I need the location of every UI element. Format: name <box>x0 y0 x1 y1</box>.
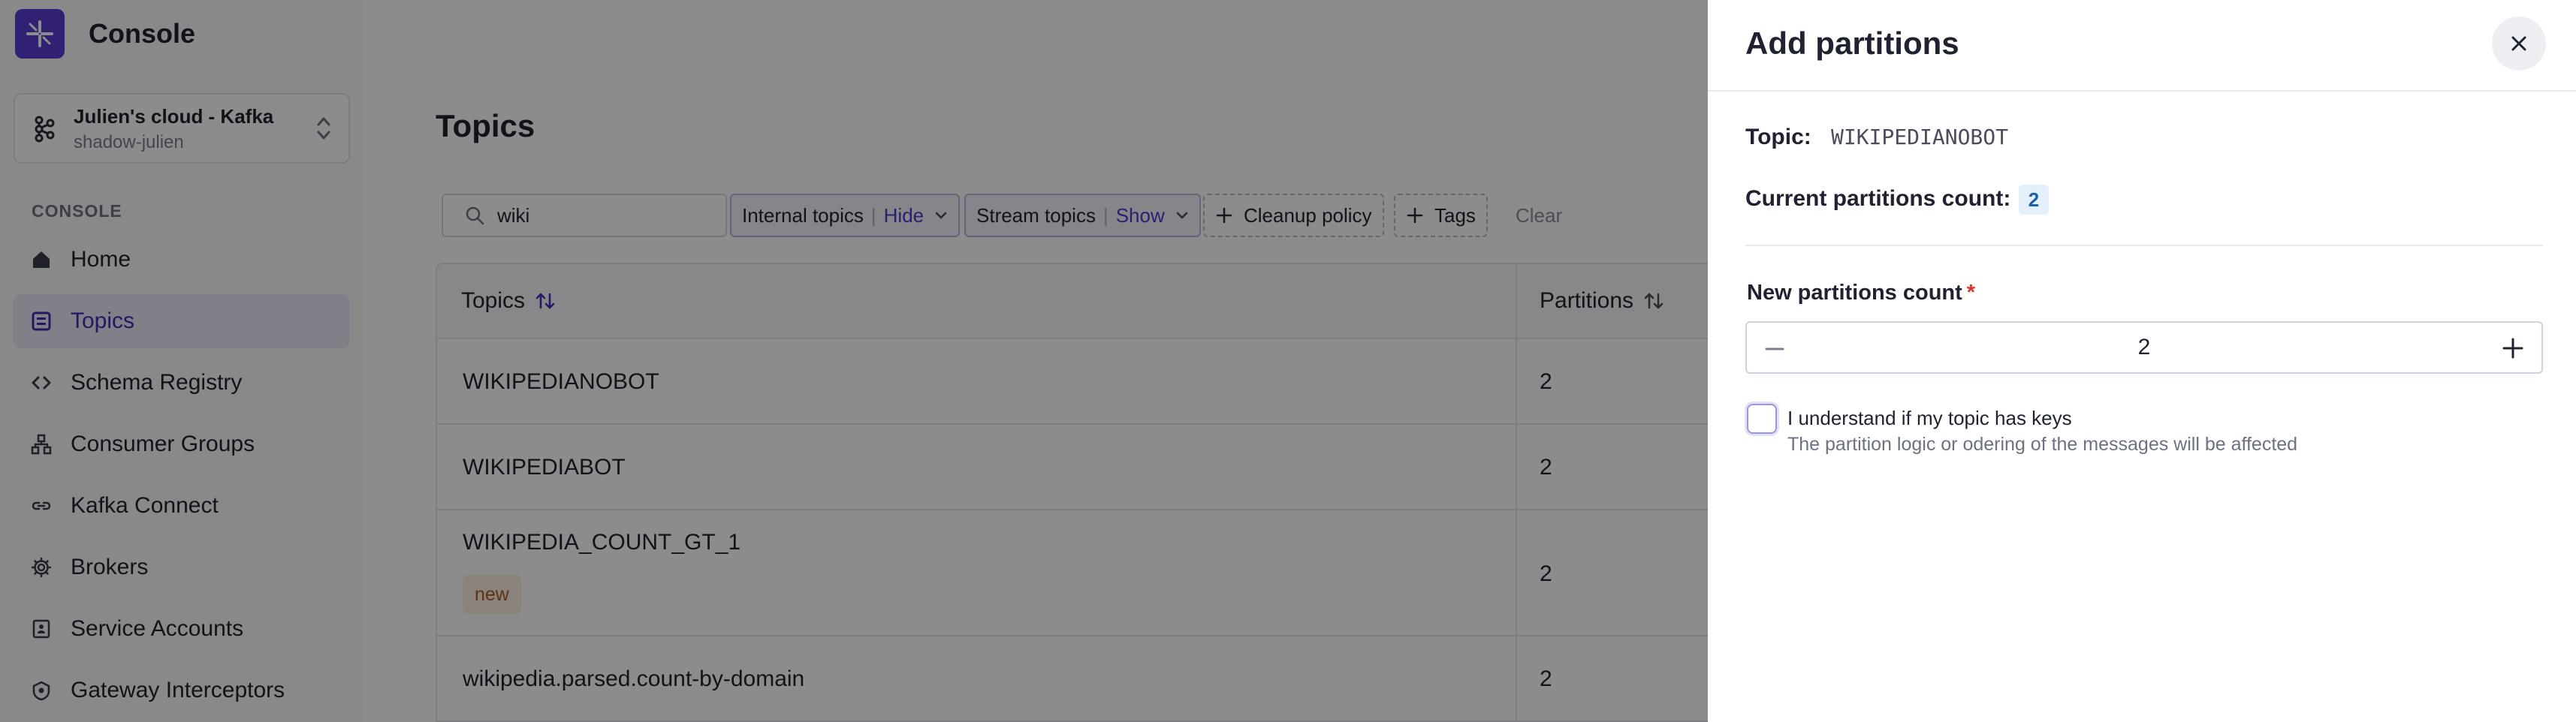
modal-backdrop[interactable] <box>0 0 1708 722</box>
close-button[interactable] <box>2492 17 2546 71</box>
required-marker: * <box>1966 281 1976 305</box>
add-partitions-drawer: Add partitions Topic: WIKIPEDIANOBOT Cur… <box>1708 0 2576 722</box>
checkbox-label[interactable]: I understand if my topic has keys <box>1787 407 2072 430</box>
drawer-title: Add partitions <box>1745 26 1959 61</box>
partitions-stepper[interactable]: 2 <box>1745 321 2543 374</box>
field-label-text: New partitions count <box>1747 281 1962 305</box>
drawer-header-divider <box>1708 90 2576 92</box>
current-partitions-label: Current partitions count: <box>1745 186 2011 211</box>
current-partitions-badge: 2 <box>2019 185 2049 215</box>
close-icon <box>2511 36 2526 51</box>
minus-icon[interactable] <box>1763 338 1786 360</box>
section-divider <box>1745 245 2543 246</box>
new-partitions-label: New partitions count * <box>1747 281 1975 305</box>
topic-label: Topic: <box>1745 125 1811 149</box>
plus-icon[interactable] <box>2501 336 2525 360</box>
checkbox-help-text: The partition logic or odering of the me… <box>1787 434 2298 455</box>
topic-value: WIKIPEDIANOBOT <box>1831 125 2009 149</box>
keys-understanding-checkbox[interactable] <box>1747 404 1777 434</box>
stepper-value[interactable]: 2 <box>1747 323 2541 372</box>
